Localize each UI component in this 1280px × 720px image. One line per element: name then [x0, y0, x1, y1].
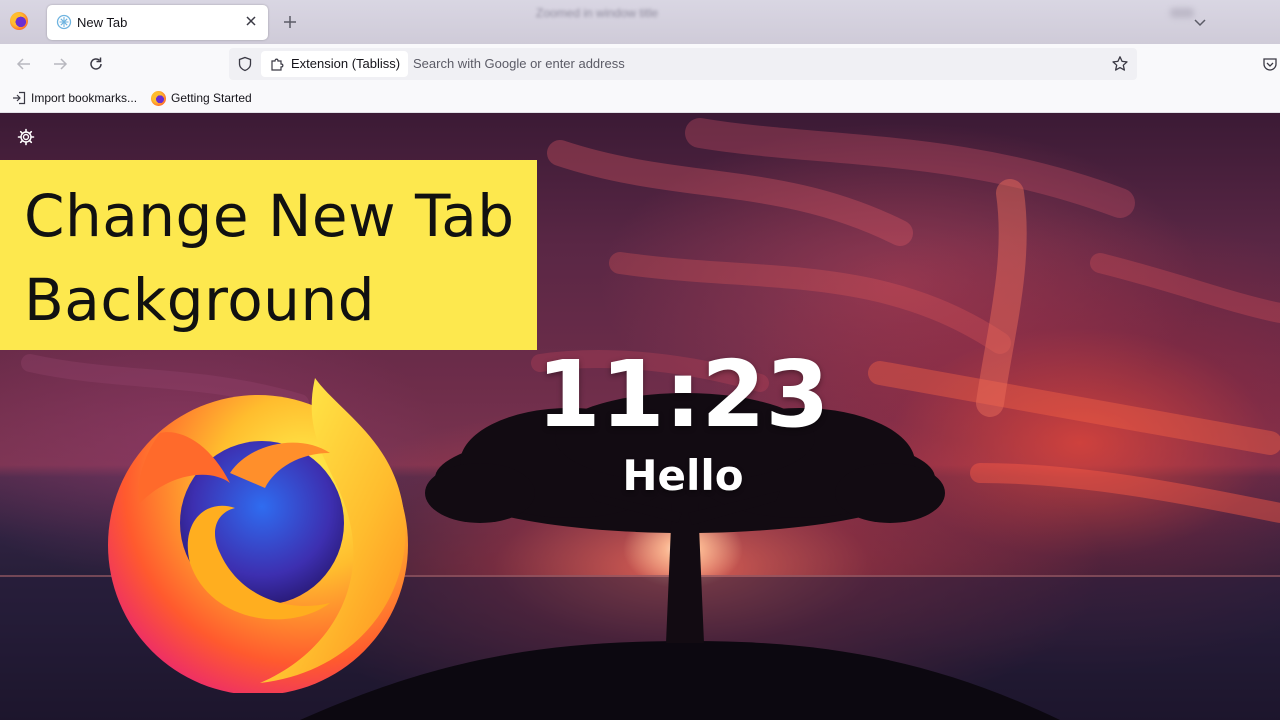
address-bar[interactable]: Extension (Tabliss) Search with Google o…	[229, 48, 1137, 80]
tabliss-icon	[56, 14, 72, 30]
new-tab-page: Change New Tab Background 11:23 Hello	[0, 113, 1280, 720]
blurred-window-title: Zoomed in window title	[536, 6, 659, 20]
puzzle-icon	[271, 58, 284, 71]
bookmark-star-icon[interactable]	[1111, 55, 1129, 73]
navigation-toolbar: Extension (Tabliss) Search with Google o…	[0, 44, 1280, 84]
overlay-title: Change New Tab Background	[24, 174, 534, 342]
firefox-icon	[151, 91, 166, 106]
forward-arrow-icon[interactable]	[51, 55, 69, 73]
new-tab-plus-icon[interactable]	[281, 13, 299, 31]
overlay-title-line1: Change New Tab	[24, 182, 515, 250]
tab-title: New Tab	[77, 15, 128, 30]
pocket-icon[interactable]	[1262, 56, 1278, 72]
back-arrow-icon[interactable]	[15, 55, 33, 73]
extension-identity-chip[interactable]: Extension (Tabliss)	[261, 51, 409, 77]
import-icon	[13, 91, 26, 105]
overlay-title-line2: Background	[24, 266, 376, 334]
bookmark-getting-started[interactable]: Getting Started	[171, 91, 252, 105]
chevron-down-icon[interactable]	[1191, 13, 1209, 31]
shield-icon[interactable]	[237, 56, 253, 72]
tab-new-tab[interactable]: New Tab	[47, 5, 268, 40]
overlay-title-box: Change New Tab Background	[0, 160, 537, 350]
extension-chip-label: Extension (Tabliss)	[291, 56, 401, 71]
address-placeholder: Search with Google or enter address	[413, 56, 625, 71]
close-tab-icon[interactable]	[244, 14, 258, 28]
settings-gear-icon[interactable]	[17, 128, 35, 146]
greeting-text: Hello	[622, 451, 744, 500]
firefox-menu-icon[interactable]	[10, 12, 28, 30]
firefox-logo-icon	[108, 378, 408, 693]
reload-icon[interactable]	[87, 55, 105, 73]
bookmarks-toolbar: Import bookmarks... Getting Started	[0, 84, 1280, 113]
clock-time: 11:23	[536, 341, 830, 448]
bookmark-import[interactable]: Import bookmarks...	[31, 91, 137, 105]
tab-strip: New Tab Zoomed in window title	[0, 0, 1280, 44]
